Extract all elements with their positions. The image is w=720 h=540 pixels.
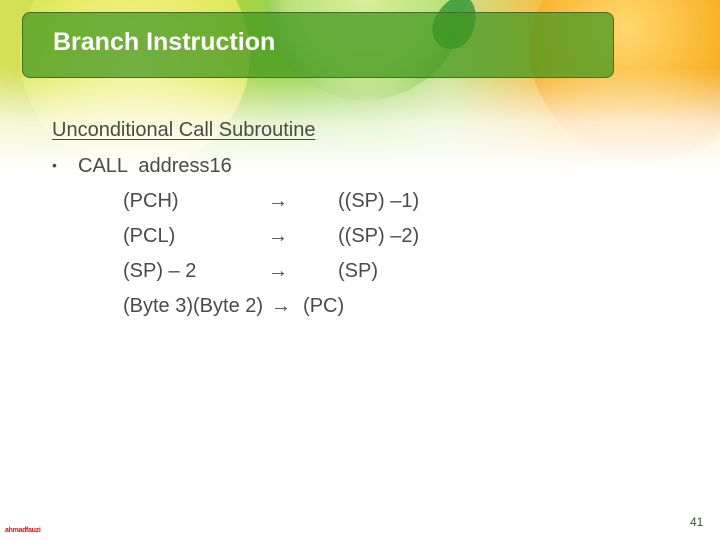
arrow-icon: → xyxy=(268,260,288,282)
slide-title: Branch Instruction xyxy=(53,28,276,56)
transfer-row: (PCL) → ((SP) –2) xyxy=(123,219,419,254)
transfer-destination: (SP) xyxy=(338,260,378,282)
transfer-row: (Byte 3)(Byte 2) → (PC) xyxy=(123,289,419,324)
arrow-icon: → xyxy=(268,225,288,247)
arrow-icon: → xyxy=(268,190,288,212)
arrow-icon: → xyxy=(271,295,292,317)
section-heading: Unconditional Call Subroutine xyxy=(52,119,316,141)
slide-content: Unconditional Call Subroutine • CALL addr… xyxy=(52,113,419,324)
title-bar: Branch Instruction xyxy=(22,12,614,78)
transfer-destination: ((SP) –1) xyxy=(338,190,420,212)
bullet-icon: • xyxy=(52,157,57,173)
bullet-item: • CALL address16 xyxy=(52,148,419,184)
transfer-destination: ((SP) –2) xyxy=(338,225,420,247)
transfer-row: (PCH) → ((SP) –1) xyxy=(123,184,419,219)
transfer-source: (Byte 3)(Byte 2) xyxy=(123,295,264,317)
footer-author: ahmadfauzi xyxy=(5,527,41,534)
transfer-source: (PCH) xyxy=(123,190,179,212)
page-number: 41 xyxy=(690,515,704,529)
transfer-source: (SP) – 2 xyxy=(123,260,197,282)
transfer-source: (PCL) xyxy=(123,225,176,247)
transfer-list: (PCH) → ((SP) –1) (PCL) → ((SP) –2) (SP)… xyxy=(123,184,419,324)
transfer-destination: (PC) xyxy=(303,295,345,317)
transfer-row: (SP) – 2 → (SP) xyxy=(123,254,419,289)
bullet-text: CALL address16 xyxy=(78,155,232,177)
